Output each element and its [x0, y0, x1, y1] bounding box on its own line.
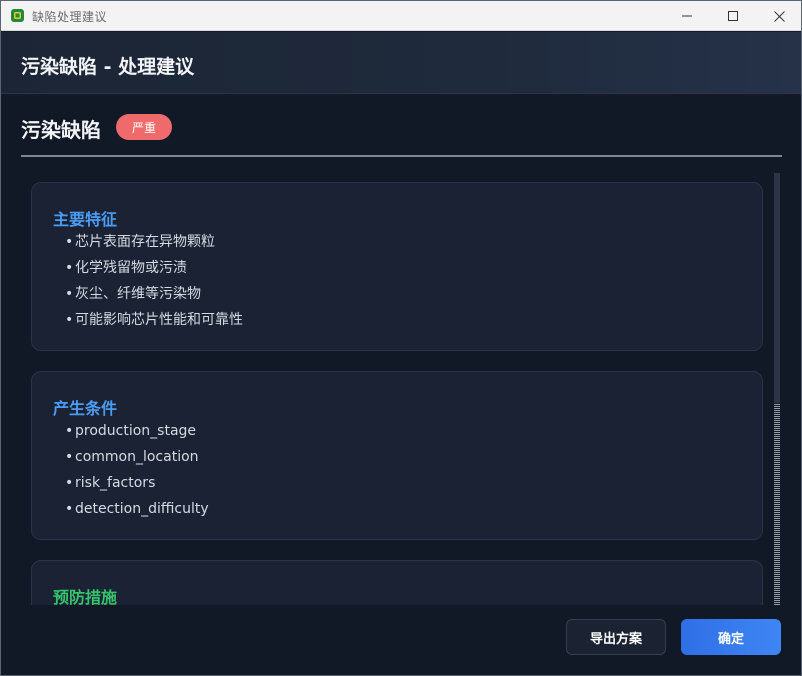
divider — [21, 155, 782, 157]
list-item: common_location — [65, 447, 209, 473]
minimize-button[interactable] — [664, 1, 710, 31]
section-card-conditions: 产生条件 production_stage common_location ri… — [31, 371, 763, 540]
feature-list: 芯片表面存在异物颗粒 化学残留物或污渍 灰尘、纤维等污染物 可能影响芯片性能和可… — [65, 232, 243, 336]
defect-name: 污染缺陷 — [21, 118, 101, 142]
list-item: risk_factors — [65, 473, 209, 499]
maximize-button[interactable] — [710, 1, 756, 31]
list-item: 灰尘、纤维等污染物 — [65, 284, 243, 310]
section-title: 产生条件 — [53, 399, 118, 418]
maximize-icon — [728, 11, 738, 21]
section-title: 主要特征 — [53, 210, 118, 229]
list-item: 可能影响芯片性能和可靠性 — [65, 310, 243, 336]
close-button[interactable] — [756, 1, 801, 31]
window-title: 缺陷处理建议 — [32, 10, 108, 24]
list-item: 化学残留物或污渍 — [65, 258, 243, 284]
dialog-window: 缺陷处理建议 污染缺陷 - 处理建议 污染缺陷 严重 主要特征 • 芯片表面存在… — [0, 0, 802, 676]
export-plan-button[interactable]: 导出方案 — [566, 619, 666, 655]
list-item: detection_difficulty — [65, 499, 209, 525]
section-card-prevention: 预防措施 — [31, 560, 763, 605]
minimize-icon — [682, 11, 692, 21]
scrollbar-thumb[interactable] — [774, 173, 780, 403]
condition-list: production_stage common_location risk_fa… — [65, 421, 209, 525]
chip-icon — [10, 8, 25, 23]
dialog-content: 污染缺陷 严重 主要特征 芯片表面存在异物颗粒 化学残留物或污渍 灰尘、纤维等污… — [1, 95, 801, 675]
title-bar[interactable]: 缺陷处理建议 — [1, 1, 801, 31]
section-card-features: 主要特征 芯片表面存在异物颗粒 化学残留物或污渍 灰尘、纤维等污染物 可能影响芯… — [31, 182, 763, 351]
list-item: production_stage — [65, 421, 209, 447]
section-title: 预防措施 — [53, 588, 118, 605]
confirm-button[interactable]: 确定 — [681, 619, 781, 655]
list-item: 芯片表面存在异物颗粒 — [65, 232, 243, 258]
vertical-scrollbar[interactable] — [772, 173, 782, 605]
severity-badge: 严重 — [116, 114, 172, 140]
dialog-header: 污染缺陷 - 处理建议 — [1, 32, 801, 94]
scroll-area[interactable]: 主要特征 芯片表面存在异物颗粒 化学残留物或污渍 灰尘、纤维等污染物 可能影响芯… — [21, 171, 783, 605]
close-icon — [773, 10, 785, 22]
page-title: 污染缺陷 - 处理建议 — [21, 56, 195, 78]
